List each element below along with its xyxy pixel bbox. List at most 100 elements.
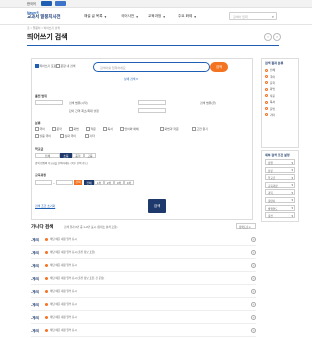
radio-icon [265,87,268,91]
detail-select[interactable]: 과목 [265,189,295,196]
checkbox-icon[interactable] [120,127,124,131]
period-select-button[interactable]: 선택 [74,180,82,185]
checkbox-icon[interactable] [35,127,39,131]
plus-icon[interactable]: + [251,301,256,307]
checkbox-icon[interactable] [192,127,196,131]
radio-icon [265,94,268,98]
next-icon[interactable]: › [273,33,281,41]
level-btn-2[interactable]: 중학 [72,153,84,158]
option-sentence[interactable]: 문장 내 검색 [56,64,75,68]
radio-icon [265,113,268,117]
result-row[interactable]: -게/되 해당 예문 내용 일부 표시 + [31,259,256,272]
global-search-input[interactable]: 검색어 입력 ⌕ [229,12,277,20]
cat-6[interactable]: 언어와 매체 [120,127,139,131]
title-divider [27,45,279,46]
site-logo[interactable]: Naver® 교과서 말뭉치사전 [27,11,61,19]
cat-5[interactable]: 독서 [103,127,113,131]
checkbox-icon[interactable] [160,127,164,131]
plus-icon[interactable]: + [251,327,256,333]
nav-item-4[interactable]: 주요 화제 ▾ [178,14,196,19]
option-spacing[interactable]: 띄어쓰기 포함 [35,64,56,68]
detail-select[interactable]: 분류 [265,166,295,173]
checkbox-icon[interactable] [86,127,90,131]
radio-icon [265,81,268,85]
detail-select[interactable]: 출판사 [265,196,295,203]
top-button-2[interactable] [55,1,66,6]
period-sep: ~ [53,180,55,185]
bullet-icon [45,263,48,267]
main-search-input[interactable]: 검색어를 입력하세요 [93,62,210,72]
detail-select[interactable]: 교육과정 [265,181,295,188]
period-label: 교육과정 [35,173,47,177]
site-header: Naver® 교과서 말뭉치사전 해설 글 목록 ▾ 국어사전 ▾ 교육과정 ▾ 주요… [0,8,312,25]
period-from-input[interactable] [35,180,52,185]
cat-3[interactable]: 화법 [69,127,79,131]
radio-icon [265,68,268,72]
plus-icon[interactable]: + [251,236,256,242]
top-utility-bar: 한국어 [0,0,312,8]
bullet-icon [45,302,48,306]
filter-item[interactable]: 기타 [265,112,295,118]
detail-select[interactable]: 정렬 [265,159,295,165]
range-start-input[interactable] [35,100,63,105]
detail-panel-title: 세부 검색 조건 설정 [265,153,290,157]
cat-11[interactable]: 기타 [85,134,95,138]
checkbox-icon[interactable] [69,127,73,131]
checkbox-icon[interactable] [35,134,39,138]
cat-1[interactable]: 국어 [35,127,45,131]
main-search-button[interactable]: 검색 [210,62,228,72]
checkbox-icon[interactable] [103,127,107,131]
period-btn-1[interactable]: 1차 [94,180,104,185]
period-btn-2[interactable]: 2차 [104,180,114,185]
checkbox-icon[interactable] [52,127,56,131]
result-row[interactable]: -게/되 해당 예문 내용 일부 표시 + [31,233,256,246]
reset-link[interactable]: 검색 조건 초기화 [35,204,55,208]
period-btn-4[interactable]: 4차 [124,180,134,185]
top-button-1[interactable] [41,1,52,6]
result-row[interactable]: -게/되 해당 예문 내용 일부 표시 + [31,298,256,311]
nav-item-3[interactable]: 교육과정 ▾ [148,14,165,19]
cat-4[interactable]: 작문 [86,127,96,131]
detail-select[interactable]: 발행연도 [265,204,295,211]
level-btn-1[interactable]: 초등 [60,153,72,158]
plus-icon[interactable]: + [251,275,256,281]
cat-2[interactable]: 문학 [52,127,62,131]
result-row[interactable]: -게/되 해당 예문 내용 일부 표시 (출전 정보 포함) + [31,246,256,259]
radio-icon [265,107,268,111]
period-btn-3[interactable]: 3차 [114,180,124,185]
range-end-input[interactable] [138,100,166,105]
result-row[interactable]: -게/되 해당 예문 내용 일부 표시 + [31,285,256,298]
period-to-input[interactable] [56,180,73,185]
detail-toggle[interactable]: 상세 검색 ▾ [124,77,138,81]
radio-icon [265,100,268,104]
cat-10[interactable]: 심화 국어 [60,134,76,138]
plus-icon[interactable]: + [251,288,256,294]
search-icon[interactable]: ⌕ [272,14,274,19]
submit-button[interactable]: 검색 [148,199,166,213]
detail-select[interactable]: 학교급 [265,174,295,181]
plus-icon[interactable]: + [251,249,256,255]
checkbox-icon[interactable] [60,134,64,138]
checkbox-icon[interactable] [56,64,60,68]
cat-8[interactable]: 고전 읽기 [192,127,208,131]
result-row[interactable]: -게/되 해당 예문 내용 일부 표시 + [31,311,256,324]
level-btn-0[interactable]: 전체 [35,153,60,158]
cat-7[interactable]: 화법과 작문 [160,127,179,131]
checkbox-icon[interactable] [85,134,89,138]
plus-icon[interactable]: + [251,262,256,268]
range-gap-input[interactable] [138,108,166,113]
global-search-placeholder: 검색어 입력 [233,15,248,19]
language-select[interactable]: 한국어 [27,1,36,6]
result-row[interactable]: -게/되 해당 예문 내용 일부 표시 (출전 정보 포함, 긴 문장) + [31,272,256,285]
results-sort-select[interactable]: 정확도순 ▾ [236,223,256,229]
detail-select[interactable]: 출전 [265,212,295,219]
plus-icon[interactable]: + [251,314,256,320]
period-btn-0[interactable]: 전체 [84,180,94,185]
result-row[interactable]: -게/되 해당 예문 내용 일부 표시 + [31,324,256,337]
nav-item-1[interactable]: 해설 글 목록 ▾ [84,14,106,19]
level-btn-3[interactable]: 고등 [84,153,96,158]
cat-9[interactable]: 실용 국어 [35,134,51,138]
nav-item-2[interactable]: 국어사전 ▾ [121,14,138,19]
checkbox-icon[interactable] [35,64,39,68]
prev-icon[interactable]: ‹ [264,33,272,41]
